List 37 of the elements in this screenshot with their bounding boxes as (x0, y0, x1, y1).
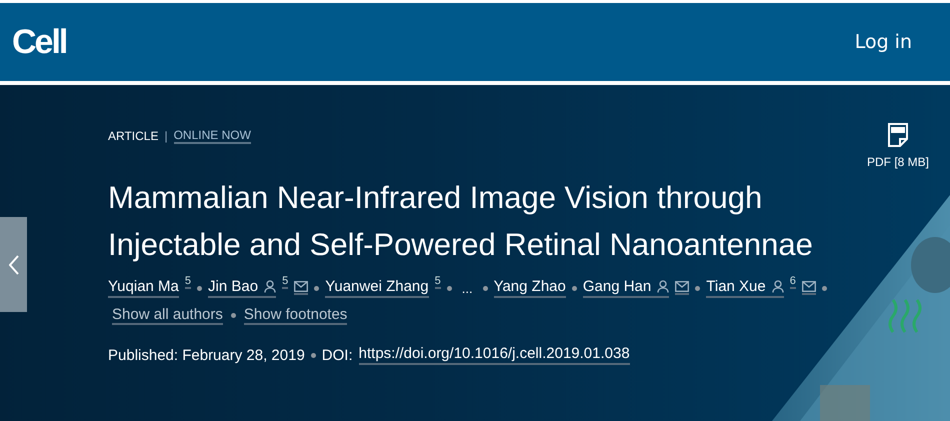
chevron-left-icon (8, 254, 18, 274)
show-footnotes-link[interactable]: Show footnotes (244, 306, 348, 325)
footnote-mark[interactable]: 5 (282, 275, 288, 289)
ellipsis: ... (462, 280, 473, 296)
separator-dot (822, 286, 827, 290)
pdf-icon (888, 123, 908, 147)
separator-dot (314, 286, 320, 290)
doi-label: DOI: (322, 346, 353, 364)
author-link[interactable]: Yuanwei Zhang (325, 278, 429, 298)
login-link[interactable]: Log in (854, 31, 912, 53)
author-link[interactable]: Yuqian Ma (108, 278, 179, 298)
email-link[interactable] (802, 281, 816, 295)
email-link[interactable] (294, 281, 308, 295)
footnote-mark[interactable]: 5 (184, 275, 192, 289)
footnote-mark[interactable]: 6 (790, 275, 796, 289)
article-title: Mammalian Near-Infrared Image Vision through Injectable and Self-Powered Retinal Nanoantennae (108, 179, 814, 264)
separator-dot (230, 313, 236, 318)
separator-dot (695, 286, 700, 290)
separator-dot (446, 286, 452, 290)
separator-dot (572, 286, 577, 290)
separator: | (164, 129, 168, 143)
published-date: Published: February 28, 2019 (108, 346, 305, 364)
footnote-mark[interactable]: 5 (434, 275, 441, 289)
status-link[interactable]: ONLINE NOW (174, 128, 251, 144)
show-authors-link[interactable]: Show all authors (112, 306, 223, 325)
separator-dot (482, 286, 488, 290)
separator-dot (197, 286, 202, 290)
doi-link[interactable]: https://doi.org/10.1016/j.cell.2019.01.038 (358, 345, 630, 365)
email-link[interactable] (675, 281, 690, 295)
article-type: ARTICLE (108, 129, 158, 143)
logo[interactable]: Cell (12, 22, 66, 62)
author-link[interactable]: Yang Zhao (494, 278, 566, 298)
author-link[interactable]: Jin Bao (208, 278, 276, 298)
pdf-link[interactable]: PDF [8 MB] (866, 123, 929, 169)
author-link[interactable]: Tian Xue (706, 278, 784, 298)
separator-dot (310, 352, 316, 358)
author-link[interactable]: Gang Han (582, 278, 670, 298)
